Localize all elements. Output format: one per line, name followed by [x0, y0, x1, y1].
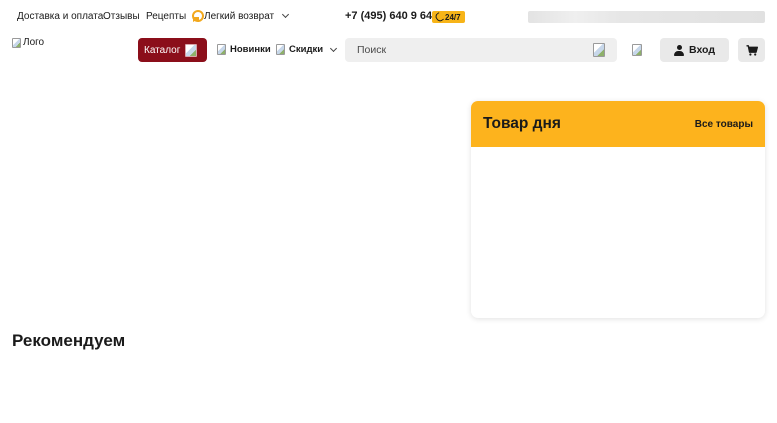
logo-alt-text: Лого: [23, 37, 45, 48]
nav-new-arrivals[interactable]: Новинки: [217, 44, 271, 55]
recommend-title: Рекомендуем: [12, 331, 126, 350]
loading-placeholder: [528, 11, 765, 23]
deal-of-day-title: Товар дня: [483, 115, 561, 132]
search-icon: [593, 43, 605, 57]
nav-sales-dropdown[interactable]: Скидки: [276, 44, 338, 55]
cart-icon: [746, 44, 758, 56]
broken-image-icon: [632, 44, 642, 56]
login-button[interactable]: Вход: [660, 38, 729, 62]
search-button[interactable]: [593, 43, 605, 57]
search-input[interactable]: [345, 38, 575, 62]
favorites-icon[interactable]: [632, 44, 642, 56]
nav-sales-label: Скидки: [289, 44, 324, 55]
all-products-link[interactable]: Все товары: [695, 119, 753, 130]
easy-return-label: Легкий возврат: [204, 10, 275, 22]
new-arrivals-icon: [217, 44, 226, 55]
search-bar: [345, 38, 617, 62]
catalog-label: Каталог: [144, 44, 181, 56]
hours-badge: 24/7: [432, 11, 465, 23]
sales-icon: [276, 44, 285, 55]
deal-of-day-card: Товар дня Все товары: [471, 101, 765, 318]
logo[interactable]: Лого: [12, 37, 44, 48]
chevron-down-icon: [282, 10, 290, 19]
hours-badge-label: 24/7: [445, 12, 461, 22]
deal-of-day-header: Товар дня Все товары: [471, 101, 765, 147]
login-label: Вход: [689, 44, 715, 56]
phone-icon: [435, 13, 443, 21]
phone-number[interactable]: +7 (495) 640 9 640: [345, 10, 438, 22]
nav-new-label: Новинки: [230, 44, 271, 55]
delivery-link[interactable]: Доставка и оплата: [17, 11, 103, 22]
cart-button[interactable]: [738, 38, 765, 62]
user-icon: [674, 44, 685, 56]
top-utility-bar: Доставка и оплата Отзывы Рецепты Легкий …: [0, 0, 777, 34]
broken-image-icon: [12, 37, 21, 48]
chevron-down-icon: [330, 44, 338, 52]
menu-icon: [185, 43, 198, 57]
catalog-button[interactable]: Каталог: [138, 38, 207, 62]
medal-icon: [191, 10, 204, 22]
recipes-link[interactable]: Рецепты: [146, 11, 186, 22]
reviews-link[interactable]: Отзывы: [103, 11, 140, 22]
easy-return-dropdown[interactable]: Легкий возврат: [191, 10, 290, 22]
